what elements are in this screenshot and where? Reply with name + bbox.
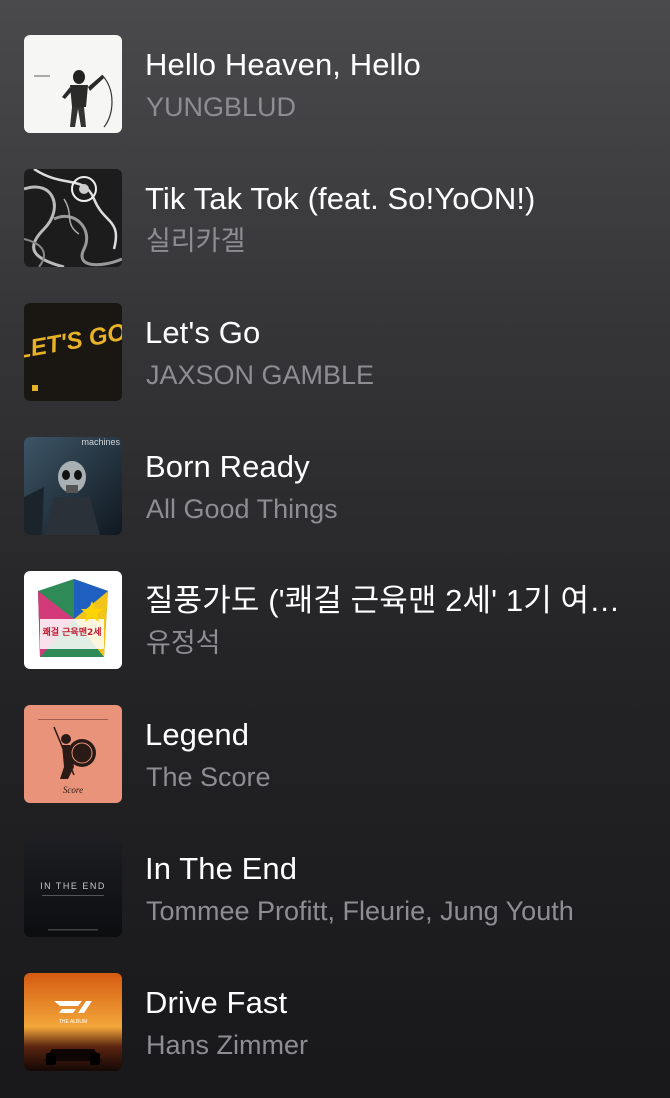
track-row-in-the-end[interactable]: IN THE END In The End Tommee Profitt, Fl… xyxy=(0,804,670,938)
album-artwork: LET'S GO xyxy=(24,303,122,401)
track-artist: Hans Zimmer xyxy=(146,1030,309,1060)
album-artwork: THE ALBUM xyxy=(24,973,122,1071)
album-artwork: Score xyxy=(24,705,122,803)
artwork-text: IN THE END xyxy=(40,881,106,891)
track-title: 질풍가도 ('쾌걸 근육맨 2세' 1기 여… xyxy=(145,583,621,618)
album-artwork xyxy=(24,35,122,133)
track-title: Born Ready xyxy=(145,449,310,484)
track-title: Tik Tak Tok (feat. So!YoON!) xyxy=(145,181,536,216)
artwork-text: Score xyxy=(63,785,83,795)
track-row-jilpunggado[interactable]: 쾌걸 근육맨2세 질풍가도 ('쾌걸 근육맨 2세' 1기 여… 유정석 xyxy=(0,536,670,670)
track-row-drive-fast[interactable]: THE ALBUM Drive Fast Hans Zimmer xyxy=(0,938,670,1072)
album-artwork: IN THE END xyxy=(24,839,122,937)
track-artist: YUNGBLUD xyxy=(146,92,297,122)
track-list: Hello Heaven, Hello YUNGBLUD Tik Tak Tok… xyxy=(0,0,670,1098)
track-row-tik-tak-tok[interactable]: Tik Tak Tok (feat. So!YoON!) 실리카겔 xyxy=(0,134,670,268)
track-row-lets-go[interactable]: LET'S GO Let's Go JAXSON GAMBLE xyxy=(0,268,670,402)
track-title: Drive Fast xyxy=(145,985,288,1020)
track-artist: 실리카겔 xyxy=(146,226,246,256)
track-artist: JAXSON GAMBLE xyxy=(146,360,375,390)
album-artwork: machines xyxy=(24,437,122,535)
track-row-legend[interactable]: Score Legend The Score xyxy=(0,670,670,804)
track-artist: 유정석 xyxy=(146,628,221,658)
track-title: Legend xyxy=(145,717,250,752)
artwork-text: 쾌걸 근육맨2세 xyxy=(42,626,101,638)
artwork-text: machines xyxy=(81,437,120,447)
track-row-hello-heaven-hello[interactable]: Hello Heaven, Hello YUNGBLUD xyxy=(0,0,670,134)
track-artist: Tommee Profitt, Fleurie, Jung Youth xyxy=(146,896,574,926)
track-row-born-ready[interactable]: machines Born Ready All Good Things xyxy=(0,402,670,536)
track-title: Hello Heaven, Hello xyxy=(145,47,421,82)
track-title: In The End xyxy=(145,851,298,886)
album-artwork xyxy=(24,169,122,267)
track-artist: All Good Things xyxy=(146,494,338,524)
artwork-text: THE ALBUM xyxy=(59,1019,87,1025)
track-artist: The Score xyxy=(146,762,271,792)
track-title: Let's Go xyxy=(145,315,261,350)
album-artwork: 쾌걸 근육맨2세 xyxy=(24,571,122,669)
